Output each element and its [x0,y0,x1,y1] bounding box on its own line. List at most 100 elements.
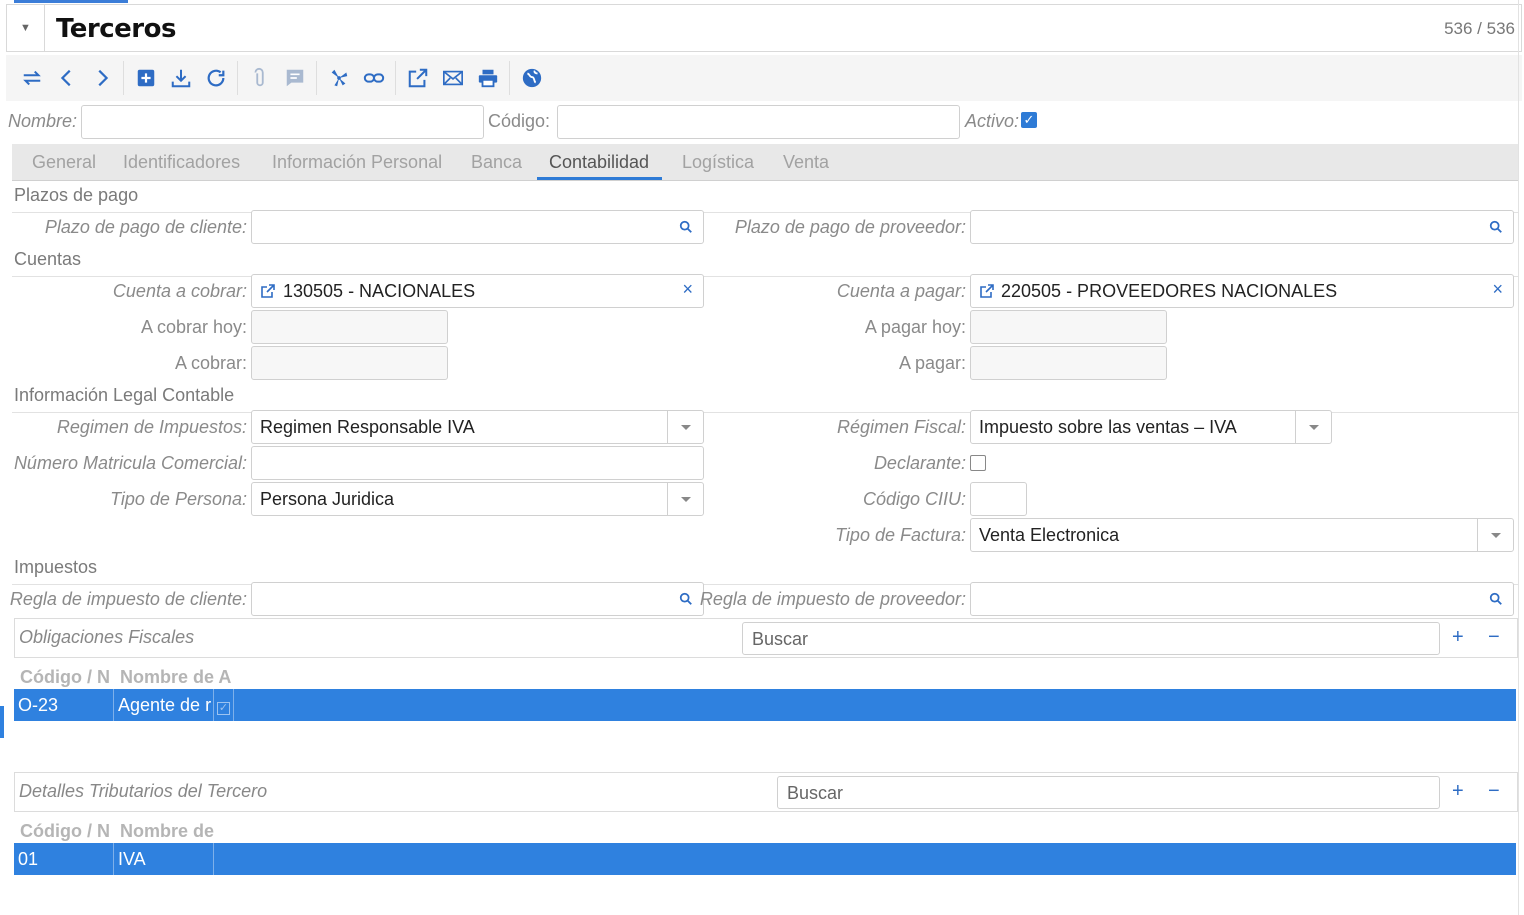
obligaciones-grid-header: Código / N Nombre de A [14,662,1518,692]
section-cuentas: Cuentas [12,249,1518,277]
cell-codigo: O-23 [14,689,114,721]
column-header-codigo[interactable]: Código / N [20,821,114,842]
active-tab-indicator [537,177,662,180]
dropdown-button[interactable] [1295,411,1331,443]
ciiu-label: Código CIIU: [862,489,966,509]
tipo-factura-value: Venta Electronica [979,525,1120,545]
search-icon[interactable] [1489,592,1503,606]
open-link-icon[interactable] [260,283,276,299]
tab-identificadores[interactable]: Identificadores [123,152,240,173]
cuenta-cobrar-label: Cuenta a cobrar: [112,281,247,301]
search-icon[interactable] [679,592,693,606]
nombre-input[interactable] [81,105,484,139]
cuenta-pagar-label: Cuenta a pagar: [836,281,966,301]
caret-down-icon [680,496,691,502]
a-pagar-hoy-field [970,310,1167,344]
note-icon[interactable] [277,61,312,95]
regimen-impuestos-select[interactable]: Regimen Responsable IVA [251,410,704,444]
tab-general[interactable]: General [32,152,96,173]
column-header-nombre[interactable]: Nombre de [120,821,220,842]
remove-button[interactable]: − [1488,780,1500,803]
cuenta-pagar-value: 220505 - PROVEEDORES NACIONALES [1001,281,1338,301]
cell-check: ✓ [214,689,234,721]
previous-icon[interactable] [49,61,84,95]
add-button[interactable]: + [1452,780,1464,803]
tab-informacion-personal[interactable]: Información Personal [272,152,442,173]
action-icon[interactable] [321,61,356,95]
regimen-fiscal-value: Impuesto sobre las ventas – IVA [979,417,1237,437]
attachment-icon[interactable] [242,61,277,95]
plazo-proveedor-field[interactable] [970,210,1514,244]
regimen-impuestos-value: Regimen Responsable IVA [260,417,475,437]
clear-icon[interactable]: × [1492,279,1503,300]
nombre-label: Nombre: [8,111,78,131]
obligaciones-title: Obligaciones Fiscales [19,627,195,647]
add-button[interactable]: + [1452,626,1464,649]
toolbar [6,55,1522,101]
ciiu-input[interactable] [970,482,1027,516]
cuenta-cobrar-value: 130505 - NACIONALES [283,281,476,301]
caret-down-icon [1308,424,1319,430]
reload-icon[interactable] [198,61,233,95]
cuenta-pagar-field[interactable]: 220505 - PROVEEDORES NACIONALES × [970,274,1514,308]
codigo-input[interactable] [557,105,960,139]
tipo-factura-label: Tipo de Factura: [835,525,966,545]
email-icon[interactable] [435,61,470,95]
declarante-checkbox[interactable] [970,455,986,471]
tab-logistica[interactable]: Logística [682,152,754,173]
collapse-button[interactable]: ▼ [7,5,45,51]
column-header-codigo[interactable]: Código / N [20,667,114,688]
declarante-label: Declarante: [873,453,966,473]
tab-banca[interactable]: Banca [471,152,522,173]
cuenta-cobrar-field[interactable]: 130505 - NACIONALES × [251,274,704,308]
save-icon[interactable] [163,61,198,95]
search-icon[interactable] [1489,220,1503,234]
tipo-persona-select[interactable]: Persona Juridica [251,482,704,516]
plazo-cliente-field[interactable] [251,210,704,244]
activo-checkbox[interactable]: ✓ [1021,112,1037,128]
dropdown-button[interactable] [1477,519,1513,551]
web-icon[interactable] [514,61,549,95]
dropdown-button[interactable] [667,411,703,443]
section-informacion-legal: Información Legal Contable [12,385,1518,413]
dropdown-button[interactable] [667,483,703,515]
row-indicator [0,706,4,738]
regimen-fiscal-select[interactable]: Impuesto sobre las ventas – IVA [970,410,1332,444]
print-icon[interactable] [470,61,505,95]
check-icon: ✓ [1023,112,1035,127]
clear-icon[interactable]: × [682,279,693,300]
tab-contabilidad[interactable]: Contabilidad [549,152,649,173]
regimen-fiscal-label: Régimen Fiscal: [836,417,966,437]
tipo-factura-select[interactable]: Venta Electronica [970,518,1514,552]
top-accent-bar [14,0,128,3]
open-link-icon[interactable] [979,283,995,299]
column-header-nombre[interactable]: Nombre de A [120,667,234,688]
table-row[interactable]: 01 IVA [14,843,1516,875]
matricula-input[interactable] [251,446,704,480]
tab-venta[interactable]: Venta [783,152,829,173]
obligaciones-search-input[interactable]: Buscar [742,622,1440,655]
toolbar-separator [237,61,238,95]
detalles-title: Detalles Tributarios del Tercero [19,781,268,801]
detalles-search-input[interactable]: Buscar [777,776,1440,809]
detalles-grid-header: Código / N Nombre de [14,816,1518,846]
section-impuestos: Impuestos [12,557,1518,585]
remove-button[interactable]: − [1488,626,1500,649]
relate-icon[interactable] [356,61,391,95]
search-icon[interactable] [679,220,693,234]
a-cobrar-label: A cobrar: [174,353,247,373]
toolbar-separator [509,61,510,95]
regla-proveedor-field[interactable] [970,582,1514,616]
regla-cliente-field[interactable] [251,582,704,616]
table-row[interactable]: O-23 Agente de r ✓ [14,689,1516,721]
cell-nombre: IVA [114,843,214,875]
toolbar-separator [123,61,124,95]
record-count: 536 / 536 [1444,19,1515,38]
open-icon[interactable] [400,61,435,95]
regla-proveedor-label: Regla de impuesto de proveedor: [699,589,966,609]
a-pagar-label: A pagar: [898,353,966,373]
new-record-icon[interactable] [128,61,163,95]
toggle-view-icon[interactable] [14,61,49,95]
toolbar-separator [395,61,396,95]
next-icon[interactable] [84,61,119,95]
